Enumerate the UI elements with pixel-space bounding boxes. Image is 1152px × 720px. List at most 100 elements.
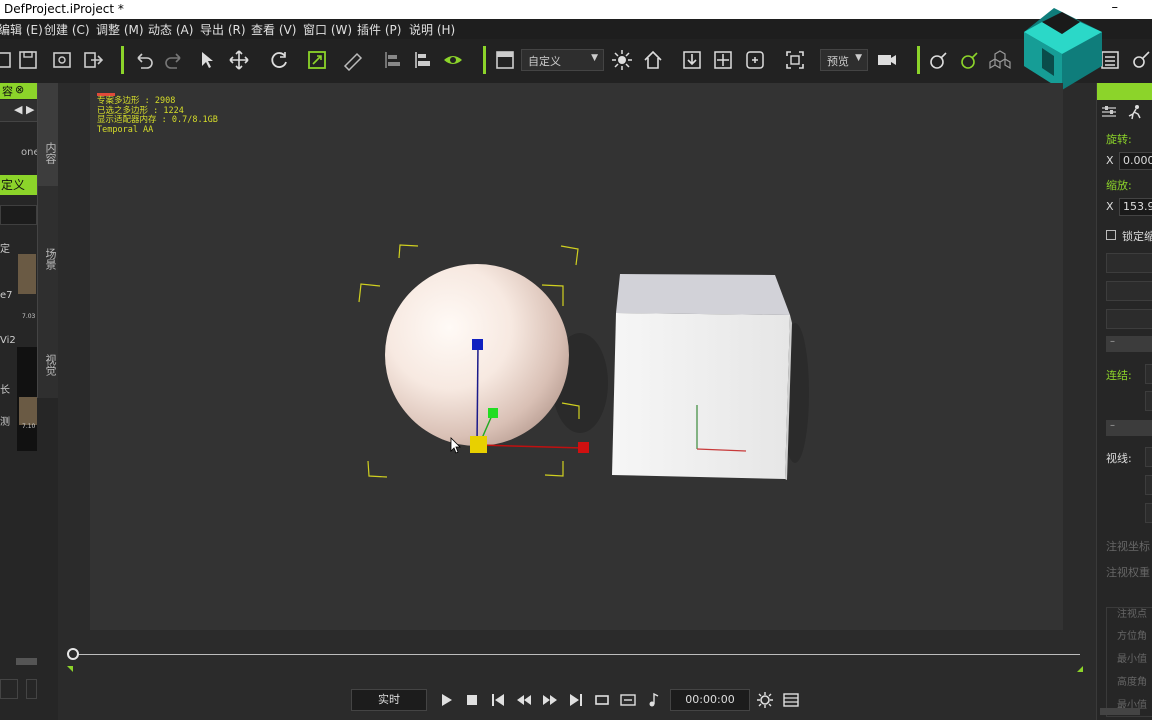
rotation-x-input[interactable]: 0.000	[1119, 152, 1152, 170]
tab-visual[interactable]: 视觉	[37, 292, 58, 398]
cubes-icon[interactable]	[989, 49, 1011, 71]
panel-button[interactable]	[26, 679, 37, 699]
link-field[interactable]	[1145, 391, 1152, 411]
gizmo-handle-y[interactable]	[488, 408, 498, 418]
collapse-bar[interactable]: –	[1106, 336, 1152, 352]
timeline-track[interactable]	[73, 654, 1080, 655]
menu-help[interactable]: 说明 (H)	[409, 21, 455, 38]
list-scrollbar[interactable]	[16, 658, 37, 665]
gizmo-handle-z[interactable]	[472, 339, 483, 350]
close-icon[interactable]: ⊗	[15, 83, 24, 96]
camera-icon[interactable]	[876, 49, 898, 71]
open-icon[interactable]	[0, 49, 14, 71]
settings-gear-icon[interactable]	[757, 692, 773, 708]
menu-window[interactable]: 窗口 (W)	[303, 21, 352, 38]
light-icon[interactable]	[611, 49, 633, 71]
select-arrow-icon[interactable]	[197, 49, 219, 71]
viewport-3d[interactable]: 专案多边形 : 2908 已选之多边形 : 1224 显示适配器内存 : 0.7…	[90, 83, 1063, 630]
search-box[interactable]	[0, 205, 37, 225]
link-field[interactable]	[1145, 364, 1152, 384]
rotate-icon[interactable]	[268, 49, 290, 71]
timeline-start-marker[interactable]	[67, 666, 73, 672]
tab-content-label: 内容	[44, 141, 57, 164]
export-icon[interactable]	[82, 49, 104, 71]
toolbar-separator	[483, 46, 486, 74]
eye-icon[interactable]	[442, 49, 464, 71]
realtime-toggle[interactable]: 实时	[351, 689, 427, 711]
list-item-text: 长	[0, 385, 10, 396]
menu-create[interactable]: 创建 (C)	[44, 21, 90, 38]
undo-icon[interactable]	[133, 49, 155, 71]
go-to-start-icon[interactable]	[490, 692, 506, 708]
menu-plugins[interactable]: 插件 (P)	[357, 21, 401, 38]
timeline-end-marker[interactable]	[1077, 666, 1083, 672]
parameter-box[interactable]	[1106, 309, 1152, 329]
list-item[interactable]: 7.03 Vi2	[0, 311, 37, 346]
home-icon[interactable]	[642, 49, 664, 71]
stop-icon[interactable]	[464, 692, 480, 708]
scale-label: 缩放:	[1106, 179, 1132, 192]
drop-to-floor-icon[interactable]	[681, 49, 703, 71]
menu-view[interactable]: 查看 (V)	[251, 21, 296, 38]
loop-icon[interactable]	[594, 692, 610, 708]
tab-scene[interactable]: 场景	[37, 186, 58, 292]
transform-tab-icon[interactable]	[1101, 104, 1117, 120]
menu-export[interactable]: 导出 (R)	[200, 21, 246, 38]
save-icon[interactable]	[17, 49, 39, 71]
list-item[interactable]: 长 测 7.10	[0, 345, 37, 453]
bone-icon[interactable]	[927, 49, 949, 71]
audio-icon[interactable]	[646, 692, 662, 708]
previous-frame-icon[interactable]	[516, 692, 532, 708]
look-field[interactable]	[1145, 447, 1152, 467]
move-icon[interactable]	[228, 49, 250, 71]
timecode-display[interactable]: 00:00:00	[670, 689, 750, 711]
layout-icon[interactable]	[494, 49, 516, 71]
chevron-down-icon: ▼	[855, 53, 862, 63]
filter-tab-custom[interactable]: 定义	[0, 175, 37, 195]
lock-scale-checkbox[interactable]	[1106, 230, 1116, 240]
scale-icon[interactable]	[306, 49, 328, 71]
minimize-button[interactable]: –	[1112, 0, 1119, 15]
prev-arrow-icon[interactable]: ◀	[14, 103, 22, 116]
frame-selection-icon[interactable]	[784, 49, 806, 71]
measure-icon[interactable]	[342, 49, 364, 72]
motion-path-icon[interactable]	[958, 49, 980, 71]
distribute-icon[interactable]	[412, 49, 434, 71]
tab-content[interactable]: 内容	[37, 83, 58, 186]
title-bar: DefProject.iProject * –	[0, 0, 1152, 19]
timeline-panel-icon[interactable]	[783, 692, 799, 708]
min-label: 最小值	[1117, 654, 1147, 665]
scale-x-input[interactable]: 153.93	[1119, 198, 1152, 216]
gizmo-handle-center[interactable]	[470, 436, 487, 453]
snap-icon[interactable]	[744, 49, 766, 71]
menu-edit[interactable]: 编辑 (E)	[0, 21, 43, 38]
render-view-icon[interactable]	[51, 49, 73, 71]
parameter-box[interactable]	[1106, 253, 1152, 273]
redo-icon[interactable]	[163, 49, 185, 71]
menu-modify[interactable]: 调整 (M)	[96, 21, 144, 38]
timeline-playhead[interactable]	[67, 648, 79, 660]
center-pivot-icon[interactable]	[712, 49, 734, 71]
play-icon[interactable]	[438, 692, 454, 708]
look-field[interactable]	[1145, 475, 1152, 495]
menu-animation[interactable]: 动态 (A)	[148, 21, 193, 38]
collapse-bar[interactable]: –	[1106, 420, 1152, 436]
view-mode-select[interactable]: 自定义 ▼	[521, 49, 604, 71]
next-arrow-icon[interactable]: ▶	[26, 103, 34, 116]
list-item[interactable]: 定 e7	[0, 238, 37, 308]
look-group-box: 注视点 方位角 最小值 高度角 最小值	[1106, 607, 1152, 717]
look-field[interactable]	[1145, 503, 1152, 523]
motion-tab-icon[interactable]	[1127, 104, 1143, 120]
parameter-box[interactable]	[1106, 281, 1152, 301]
align-icon[interactable]	[382, 49, 404, 71]
gizmo-handle-x[interactable]	[578, 442, 589, 453]
plugin-icon[interactable]	[1130, 49, 1152, 71]
panel-scrollbar[interactable]	[1100, 708, 1140, 715]
thumbnail	[19, 397, 37, 425]
preview-select[interactable]: 预览 ▼	[820, 49, 868, 71]
subtitle-icon[interactable]	[620, 692, 636, 708]
panel-button[interactable]	[0, 679, 18, 699]
next-frame-icon[interactable]	[542, 692, 558, 708]
path-bar[interactable]: one	[0, 145, 40, 161]
go-to-end-icon[interactable]	[568, 692, 584, 708]
